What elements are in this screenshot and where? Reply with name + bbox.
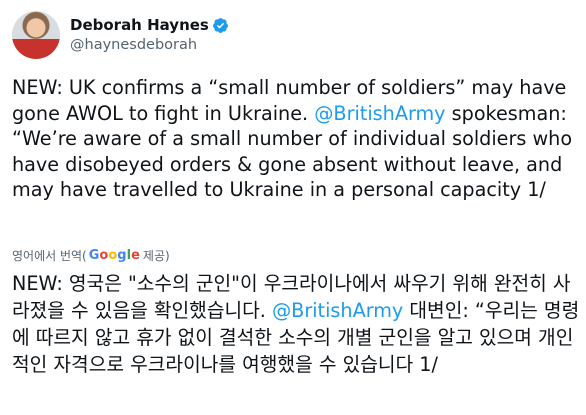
display-name-row: Deborah Haynes [70,15,229,35]
display-name[interactable]: Deborah Haynes [70,15,209,35]
mention-link[interactable]: @BritishArmy [314,102,445,125]
translation-provider-suffix: 제공) [142,248,170,263]
verified-badge-icon [212,17,228,33]
translated-tweet-text: NEW: 영국은 "소수의 군인"이 우크라이나에서 싸우기 위해 완전히 사라… [12,270,582,378]
translated-mention-link[interactable]: @BritishArmy [272,299,403,322]
tweet-text: NEW: UK confirms a “small number of sold… [12,75,578,203]
translation-label: 영어에서 번역( [12,248,87,263]
author-handle[interactable]: @haynesdeborah [70,35,229,55]
avatar[interactable] [12,11,60,59]
google-logo: Google [88,247,140,263]
tweet-header: Deborah Haynes @haynesdeborah [12,10,229,60]
translation-attribution: 영어에서 번역( Google 제공) [12,245,170,265]
author-names: Deborah Haynes @haynesdeborah [70,15,229,55]
